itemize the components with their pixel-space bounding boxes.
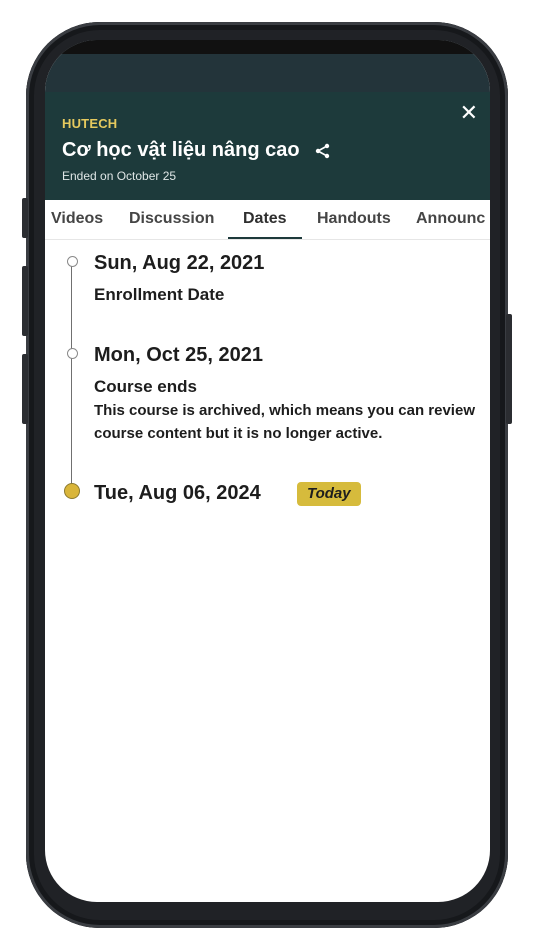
timeline-dot [67,256,78,267]
event-date: Tue, Aug 06, 2024 [94,482,261,504]
tab-handouts[interactable]: Handouts [317,200,391,238]
tab-dates[interactable]: Dates [228,200,302,239]
event-date: Mon, Oct 25, 2021 [94,344,263,366]
app-screen: HUTECH Cơ học vật liệu nâng cao Ended on… [45,40,490,902]
course-title-row: Cơ học vật liệu nâng cao [62,139,332,162]
course-title: Cơ học vật liệu nâng cao [62,139,300,161]
phone-power-button [506,314,512,424]
event-title: Course ends [94,377,197,396]
timeline-dot [67,348,78,359]
phone-volume-up [22,266,28,336]
timeline-today-dot [64,483,80,499]
event-description: This course is archived, which means you… [94,402,475,442]
phone-volume-down [22,354,28,424]
tab-videos[interactable]: Videos [51,200,103,238]
course-tabs: Videos Discussion Dates Handouts Announc [45,200,490,240]
phone-side-button [22,198,28,238]
course-status: Ended on October 25 [62,169,177,183]
organization-label: HUTECH [62,116,118,131]
tab-announcements[interactable]: Announc [416,200,485,238]
share-icon[interactable] [314,142,332,160]
event-date: Sun, Aug 22, 2021 [94,252,265,274]
timeline-line [71,264,72,490]
top-bezel [45,40,490,54]
event-title: Enrollment Date [94,285,225,304]
tab-discussion[interactable]: Discussion [129,200,214,238]
today-badge: Today [297,482,361,506]
close-icon[interactable]: ✕ [460,102,478,124]
